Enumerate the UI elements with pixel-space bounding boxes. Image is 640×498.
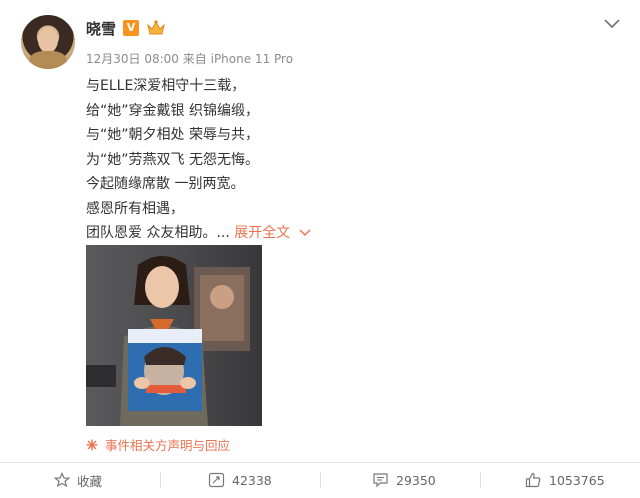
post-photo[interactable] xyxy=(86,245,262,426)
post-line: 与ELLE深爱相守十三载， xyxy=(86,78,246,94)
like-icon xyxy=(525,472,541,488)
action-separator xyxy=(320,472,321,488)
related-statement-link[interactable]: 事件相关方声明与回应 xyxy=(86,435,230,454)
source-prefix: 来自 xyxy=(182,52,207,66)
post-line: 与“她”朝夕相处 荣辱与共， xyxy=(86,127,259,143)
favorite-label: 收藏 xyxy=(77,473,103,489)
post-line: 团队恩爱 众友相助。... xyxy=(86,225,230,241)
post-meta: 12月30日 08:00 来自 iPhone 11 Pro xyxy=(86,50,293,67)
repost-button[interactable]: 42338 xyxy=(208,470,272,490)
chevron-down-icon xyxy=(299,229,311,237)
post-timestamp[interactable]: 12月30日 08:00 xyxy=(86,52,179,66)
photo-illustration xyxy=(86,256,250,426)
post-content: 与ELLE深爱相守十三载， 给“她”穿金戴银 织锦编缎， 与“她”朝夕相处 荣辱… xyxy=(86,74,526,246)
link-icon xyxy=(86,439,98,451)
verified-badge: V xyxy=(123,20,139,36)
chevron-down-icon[interactable] xyxy=(603,18,621,30)
username[interactable]: 晓雪 xyxy=(86,18,116,39)
device-name: iPhone 11 Pro xyxy=(210,52,294,66)
post-line-last: 团队恩爱 众友相助。... 展开全文 xyxy=(86,221,526,246)
avatar[interactable] xyxy=(21,15,75,69)
post-line: 感恩所有相遇， xyxy=(86,200,184,217)
related-statement-text: 事件相关方声明与回应 xyxy=(104,438,230,453)
comment-button[interactable]: 29350 xyxy=(372,470,436,490)
star-icon xyxy=(54,472,70,488)
like-button[interactable]: 1053765 xyxy=(525,470,605,490)
expand-full-text-link[interactable]: 展开全文 xyxy=(234,225,311,241)
post-line: 为“她”劳燕双飞 无怨无悔。 xyxy=(86,151,259,168)
comment-count: 29350 xyxy=(396,472,436,488)
post-line: 今起随缘席散 一别两宽。 xyxy=(86,176,245,192)
actions-divider xyxy=(0,462,640,463)
expand-label: 展开全文 xyxy=(234,225,291,241)
repost-count: 42338 xyxy=(232,472,272,488)
action-separator xyxy=(160,472,161,488)
favorite-button[interactable]: 收藏 xyxy=(54,470,102,490)
avatar-body xyxy=(29,51,67,69)
crown-icon xyxy=(147,20,165,35)
like-count: 1053765 xyxy=(549,472,605,488)
comment-icon xyxy=(373,473,388,488)
post-line: 给“她”穿金戴银 织锦编缎， xyxy=(86,102,259,119)
action-separator xyxy=(480,472,481,488)
avatar-face xyxy=(38,27,58,53)
repost-icon xyxy=(208,472,225,488)
